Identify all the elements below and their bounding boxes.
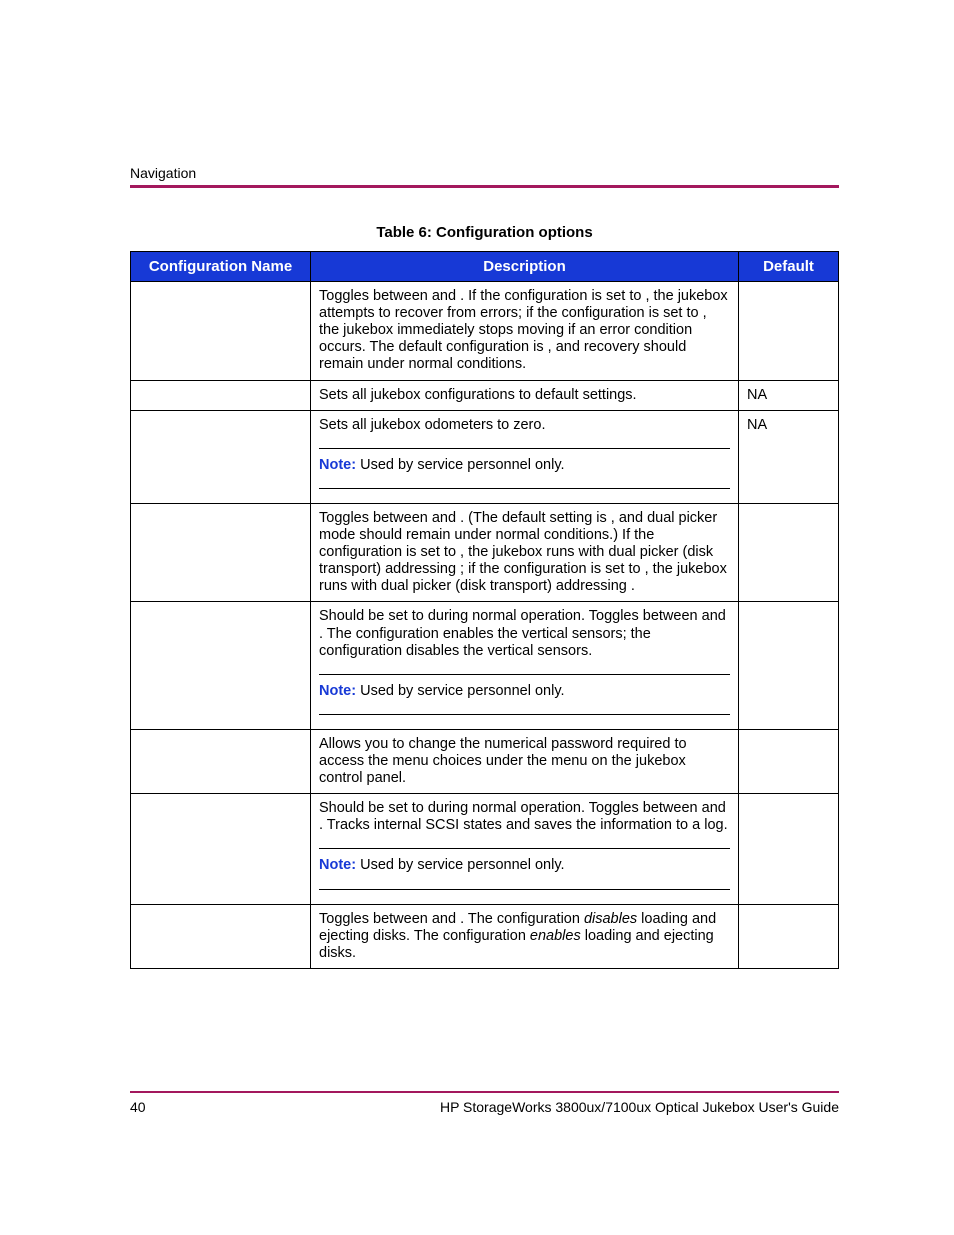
cell-default: NA — [739, 410, 839, 503]
note-block: Note: Used by service personnel only. — [319, 448, 730, 489]
cell-default — [739, 904, 839, 968]
description-text: Should be set to during normal operation… — [319, 608, 730, 659]
cell-default — [739, 794, 839, 904]
description-text: Should be set to during normal operation… — [319, 800, 730, 834]
note-text: Used by service personnel only. — [360, 457, 564, 473]
cell-description: Toggles between and . The configuration … — [311, 904, 739, 968]
note-label: Note: — [319, 857, 360, 873]
desc-part: Toggles between and . The configuration — [319, 911, 584, 927]
cell-config-name — [131, 794, 311, 904]
cell-config-name — [131, 602, 311, 729]
table-header-row: Configuration Name Description Default — [131, 252, 839, 282]
table-caption: Table 6: Configuration options — [130, 224, 839, 241]
table-row: Allows you to change the numerical passw… — [131, 729, 839, 793]
note-label: Note: — [319, 683, 360, 699]
note-text: Used by service personnel only. — [360, 857, 564, 873]
table-row: Sets all jukebox configurations to defau… — [131, 380, 839, 410]
header-default: Default — [739, 252, 839, 282]
table-row: Toggles between and . The configuration … — [131, 904, 839, 968]
cell-description: Sets all jukebox odometers to zero. Note… — [311, 410, 739, 503]
page: Navigation Table 6: Configuration option… — [0, 0, 954, 1235]
page-footer: 40 HP StorageWorks 3800ux/7100ux Optical… — [130, 1091, 839, 1115]
table-row: Toggles between and . If the configurati… — [131, 282, 839, 381]
header-config-name: Configuration Name — [131, 252, 311, 282]
italic-word: enables — [530, 928, 581, 944]
cell-description: Should be set to during normal operation… — [311, 794, 739, 904]
table-row: Should be set to during normal operation… — [131, 602, 839, 729]
cell-description: Toggles between and . (The default setti… — [311, 503, 739, 602]
page-number: 40 — [130, 1099, 146, 1115]
cell-config-name — [131, 503, 311, 602]
table-row: Toggles between and . (The default setti… — [131, 503, 839, 602]
description-text: Sets all jukebox odometers to zero. — [319, 417, 730, 434]
cell-config-name — [131, 380, 311, 410]
cell-default — [739, 503, 839, 602]
cell-default — [739, 282, 839, 381]
navigation-section-label: Navigation — [130, 165, 839, 181]
header-rule — [130, 185, 839, 188]
cell-config-name — [131, 729, 311, 793]
note-block: Note: Used by service personnel only. — [319, 848, 730, 889]
cell-default — [739, 602, 839, 729]
note-text: Used by service personnel only. — [360, 683, 564, 699]
cell-config-name — [131, 410, 311, 503]
cell-config-name — [131, 282, 311, 381]
document-title: HP StorageWorks 3800ux/7100ux Optical Ju… — [440, 1099, 839, 1115]
cell-default — [739, 729, 839, 793]
cell-description: Toggles between and . If the configurati… — [311, 282, 739, 381]
table-row: Should be set to during normal operation… — [131, 794, 839, 904]
configuration-options-table: Configuration Name Description Default T… — [130, 251, 839, 969]
italic-word: disables — [584, 911, 637, 927]
note-block: Note: Used by service personnel only. — [319, 674, 730, 715]
cell-description: Sets all jukebox configurations to defau… — [311, 380, 739, 410]
cell-description: Should be set to during normal operation… — [311, 602, 739, 729]
cell-config-name — [131, 904, 311, 968]
header-description: Description — [311, 252, 739, 282]
table-row: Sets all jukebox odometers to zero. Note… — [131, 410, 839, 503]
cell-default: NA — [739, 380, 839, 410]
note-label: Note: — [319, 457, 360, 473]
footer-rule — [130, 1091, 839, 1093]
cell-description: Allows you to change the numerical passw… — [311, 729, 739, 793]
